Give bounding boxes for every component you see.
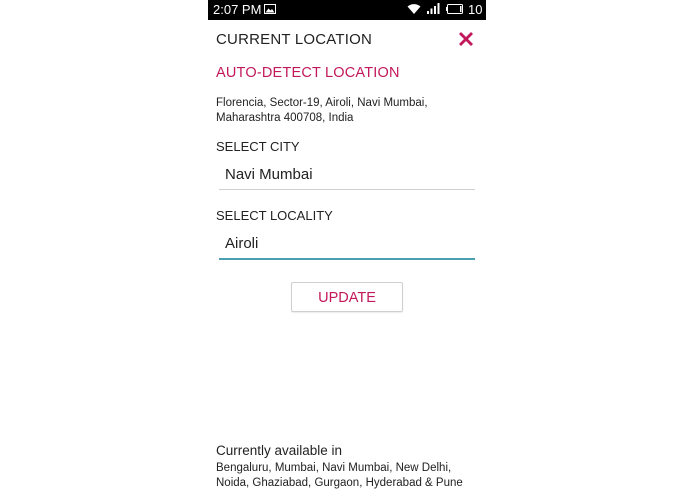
status-bar: 2:07 PM 10	[208, 0, 486, 20]
available-cities: Bengaluru, Mumbai, Navi Mumbai, New Delh…	[216, 462, 463, 489]
signal-icon	[427, 3, 440, 14]
phone-screen: 2:07 PM 10 CURRENT LOCATION AUTO-DETECT …	[208, 0, 486, 494]
image-icon	[264, 4, 276, 14]
city-input[interactable]: Navi Mumbai	[219, 160, 475, 190]
locality-input[interactable]: Airoli	[219, 229, 475, 260]
dialog-title: CURRENT LOCATION	[216, 31, 372, 48]
availability-title: Currently available in	[216, 443, 343, 458]
battery-level: 10	[468, 2, 483, 17]
status-time: 2:07 PM	[213, 2, 262, 17]
wifi-icon	[407, 4, 421, 14]
update-button[interactable]: UPDATE	[291, 282, 403, 312]
select-locality-label: SELECT LOCALITY	[216, 208, 333, 223]
auto-detect-location-button[interactable]: AUTO-DETECT LOCATION	[216, 65, 400, 81]
close-icon[interactable]	[457, 30, 475, 48]
detected-address: Florencia, Sector-19, Airoli, Navi Mumba…	[216, 97, 428, 124]
select-city-label: SELECT CITY	[216, 139, 300, 154]
battery-icon	[446, 4, 463, 14]
